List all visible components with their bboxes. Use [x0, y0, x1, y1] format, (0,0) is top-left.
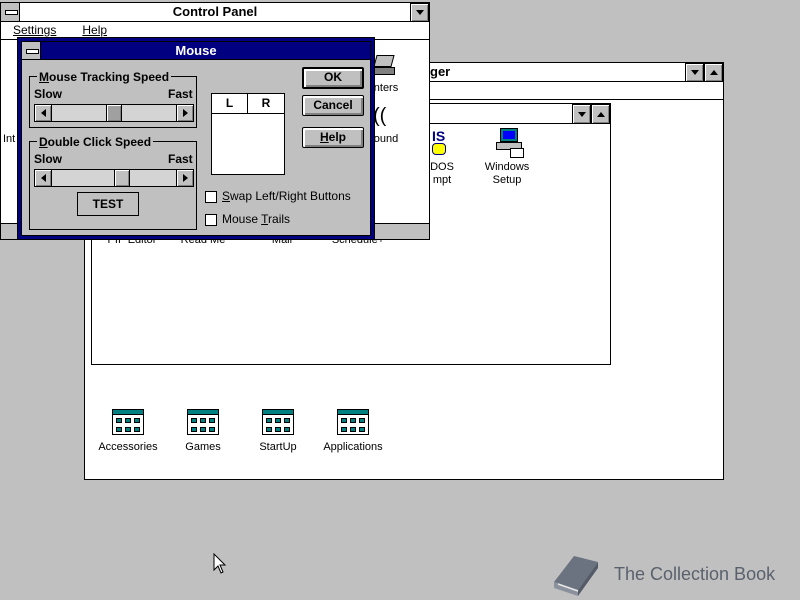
help-button[interactable]: Help — [302, 127, 364, 148]
control-panel-titlebar[interactable]: Control Panel — [1, 3, 429, 22]
games-group-label: Games — [185, 441, 221, 453]
mouse-buttons-display: L R — [211, 93, 285, 175]
mouse-dialog-title: Mouse — [175, 43, 217, 58]
control-panel-system-menu[interactable] — [1, 3, 20, 21]
menu-help[interactable]: Help — [82, 23, 107, 37]
tracking-left-arrow[interactable] — [35, 105, 51, 121]
watermark: The Collection Book — [548, 552, 798, 598]
control-panel-minimize-button[interactable] — [410, 3, 429, 22]
maximize-icon — [709, 70, 718, 75]
startup-group-icon[interactable] — [262, 409, 294, 435]
accessories-group-label: Accessories — [98, 441, 158, 453]
mouse-trails-checkbox[interactable] — [205, 214, 217, 226]
program-manager-title: ger — [430, 64, 451, 79]
double-click-left-arrow[interactable] — [35, 170, 51, 186]
tracking-slow-label: Slow — [34, 87, 63, 101]
msdos-logo-icon: IS — [432, 128, 446, 144]
windows-setup-label: Windows Setup — [484, 161, 530, 186]
minimize-icon — [690, 70, 699, 75]
right-button-label: R — [261, 96, 271, 110]
main-group-maximize-button[interactable] — [591, 104, 610, 124]
cancel-button[interactable]: Cancel — [302, 95, 364, 116]
control-panel-title: Control Panel — [172, 4, 258, 19]
minimize-icon — [577, 111, 586, 117]
tracking-speed-slider[interactable] — [34, 104, 194, 122]
double-click-slow-label: Slow — [34, 152, 63, 166]
tracking-fast-label: Fast — [168, 87, 193, 101]
mouse-pointer-icon — [213, 553, 227, 574]
test-area[interactable]: TEST — [77, 192, 139, 216]
arrow-right-icon — [182, 174, 188, 182]
double-click-fast-label: Fast — [168, 152, 193, 166]
tracking-slider-thumb[interactable] — [106, 105, 122, 121]
double-click-label: Double Click Speed — [37, 135, 154, 149]
msdos-prompt-icon[interactable]: IS — [432, 128, 456, 158]
tracking-speed-label: Mouse Tracking Speed — [37, 70, 172, 84]
mouse-dialog-system-menu[interactable] — [22, 42, 41, 59]
ok-button[interactable]: OK — [302, 67, 364, 89]
left-button-label: L — [225, 96, 234, 110]
mouse-dialog: Mouse Mouse Tracking Speed Slow Fast Dou… — [17, 37, 375, 240]
watermark-text: The Collection Book — [614, 564, 776, 584]
double-click-slider[interactable] — [34, 169, 194, 187]
accessories-group-icon[interactable] — [112, 409, 144, 435]
games-group-icon[interactable] — [187, 409, 219, 435]
book-icon — [554, 556, 598, 596]
swap-buttons-label[interactable]: Swap Left/Right Buttons — [222, 189, 351, 203]
arrow-left-icon — [40, 174, 46, 182]
msdos-logo-color-icon — [432, 143, 446, 155]
minimize-icon — [415, 10, 424, 15]
double-click-right-arrow[interactable] — [177, 170, 193, 186]
sound-icon[interactable]: (( — [373, 105, 397, 129]
swap-buttons-checkbox[interactable] — [205, 191, 217, 203]
double-click-slider-thumb[interactable] — [114, 170, 130, 186]
applications-group-label: Applications — [323, 441, 383, 453]
mouse-dialog-titlebar[interactable]: Mouse — [22, 42, 370, 60]
maximize-icon — [596, 111, 605, 117]
main-group-minimize-button[interactable] — [572, 104, 591, 124]
program-manager-minimize-button[interactable] — [685, 63, 704, 82]
menu-settings[interactable]: Settings — [13, 23, 56, 37]
tracking-right-arrow[interactable] — [177, 105, 193, 121]
windows-setup-icon[interactable] — [494, 128, 526, 160]
startup-group-label: StartUp — [259, 441, 297, 453]
applications-group-icon[interactable] — [337, 409, 369, 435]
program-manager-maximize-button[interactable] — [704, 63, 723, 82]
arrow-left-icon — [40, 109, 46, 117]
mouse-trails-label[interactable]: Mouse Trails — [222, 212, 290, 226]
arrow-right-icon — [182, 109, 188, 117]
